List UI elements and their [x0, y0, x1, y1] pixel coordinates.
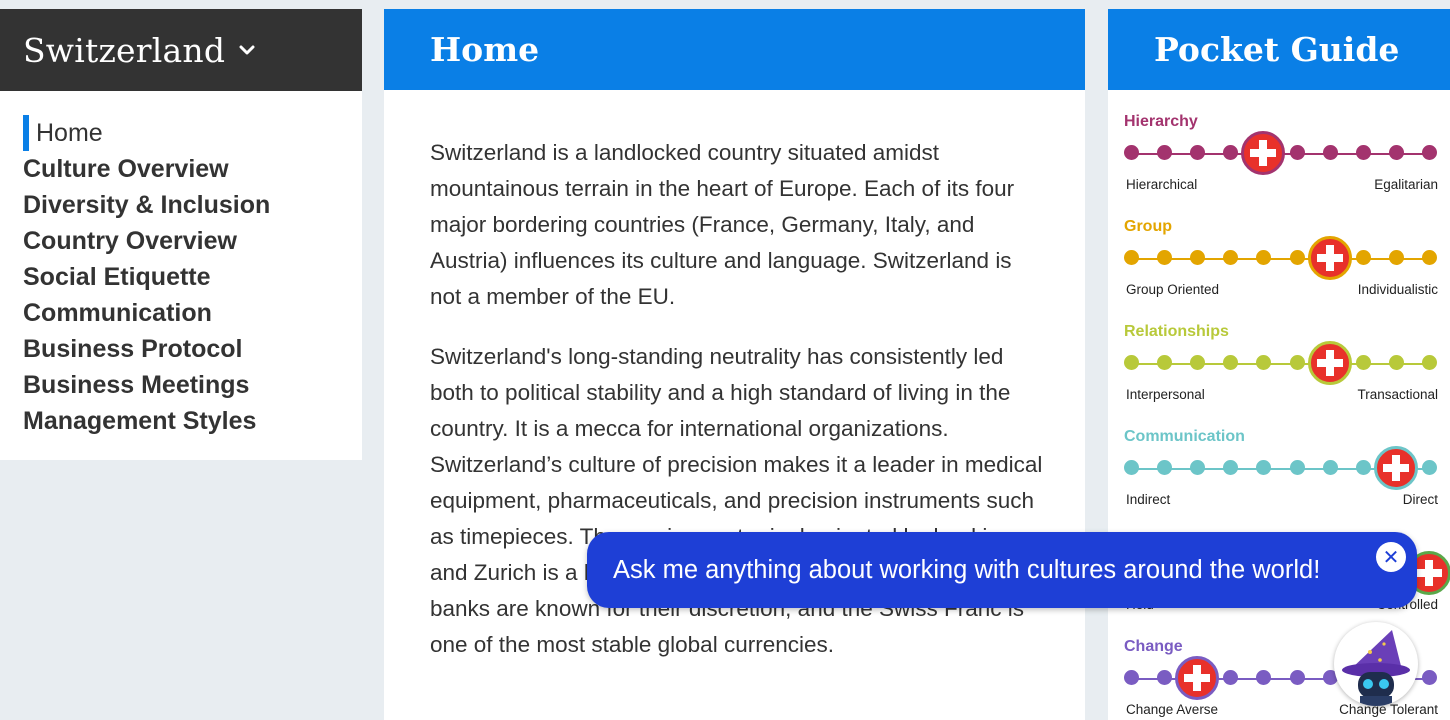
scale-dot	[1289, 250, 1305, 265]
dimension-hierarchy: Hierarchy Hierarchical Egalitarian	[1124, 90, 1438, 195]
pocket-guide-title: Pocket Guide	[1154, 30, 1400, 69]
scale-dot	[1388, 355, 1404, 370]
scale-dot	[1289, 460, 1305, 475]
scale-dot	[1157, 670, 1173, 685]
scale-dot	[1256, 250, 1272, 265]
scale-dot	[1223, 250, 1239, 265]
scale-dot	[1355, 460, 1371, 475]
scale-dot	[1422, 460, 1437, 475]
scale-left-label: Indirect	[1126, 492, 1171, 507]
swiss-flag-icon	[1373, 446, 1418, 490]
scale-dot	[1256, 355, 1272, 370]
sidebar-item-home[interactable]: Home	[23, 115, 362, 151]
main-header: Home	[384, 9, 1085, 90]
scale-dot	[1190, 460, 1206, 475]
scale-track	[1132, 363, 1430, 365]
scale-dot	[1388, 250, 1404, 265]
sidebar-item-management-styles[interactable]: Management Styles	[23, 403, 362, 439]
dimension-group: Group Group Oriented Individualistic	[1124, 195, 1438, 300]
scale-dot	[1190, 145, 1206, 160]
sidebar-item-country-overview[interactable]: Country Overview	[23, 223, 362, 259]
content-paragraph: Switzerland is a landlocked country situ…	[430, 140, 1015, 309]
dimension-label: Hierarchy	[1124, 113, 1198, 130]
scale-dot	[1322, 145, 1338, 160]
scale-dot	[1256, 670, 1272, 685]
scale-dot	[1422, 355, 1437, 370]
scale-dot	[1422, 145, 1437, 160]
dimension-relationships: Relationships Interpersonal Transactional	[1124, 300, 1438, 405]
content-paragraph: Switzerland's long-standing neutrality h…	[430, 344, 1043, 657]
scale-dot	[1256, 460, 1272, 475]
swiss-flag-icon	[1175, 656, 1220, 700]
scale-left-label: Change Averse	[1126, 702, 1219, 717]
scale-dot	[1422, 670, 1437, 685]
close-icon[interactable]: ✕	[1376, 542, 1406, 572]
scale-dot	[1190, 250, 1206, 265]
scale-dot	[1223, 670, 1239, 685]
scale-dot	[1422, 250, 1437, 265]
scale-right-label: Individualistic	[1357, 282, 1438, 297]
scale-dot	[1157, 145, 1173, 160]
sidebar-nav: Home Culture Overview Diversity & Inclus…	[0, 91, 362, 460]
pocket-guide-panel: Hierarchy Hierarchical Egalitarian Group Gro…	[1108, 90, 1450, 720]
swiss-flag-icon	[1241, 131, 1286, 175]
swiss-flag-icon	[1307, 236, 1352, 280]
dimension-label: Change	[1124, 638, 1183, 655]
scale-dot	[1388, 145, 1404, 160]
scale-right-label: Change Tolerant	[1339, 702, 1438, 717]
scale-dot	[1223, 460, 1239, 475]
scale-dot	[1289, 145, 1305, 160]
scale-dot	[1124, 145, 1139, 160]
dimension-communication: Communication Indirect Direct	[1124, 405, 1438, 510]
scale-dot	[1355, 250, 1371, 265]
dimension-label: Communication	[1124, 428, 1245, 445]
scale-dot	[1157, 460, 1173, 475]
sidebar-item-diversity-inclusion[interactable]: Diversity & Inclusion	[23, 187, 362, 223]
wizard-avatar-icon[interactable]	[1334, 622, 1418, 706]
scale-dot	[1223, 355, 1239, 370]
scale-dot	[1190, 355, 1206, 370]
country-title: Switzerland	[23, 30, 226, 70]
scale-dot	[1289, 670, 1305, 685]
scale-dot	[1124, 670, 1139, 685]
main-content: Switzerland is a landlocked country situ…	[384, 90, 1085, 720]
scale-track	[1132, 258, 1430, 260]
scale-right-label: Direct	[1402, 492, 1438, 507]
chat-prompt-bubble[interactable]: Ask me anything about working with cultu…	[587, 532, 1417, 608]
sidebar-item-culture-overview[interactable]: Culture Overview	[23, 151, 362, 187]
pocket-guide-header: Pocket Guide	[1108, 9, 1450, 90]
scale-right-label: Transactional	[1357, 387, 1438, 402]
page-title: Home	[430, 30, 540, 69]
scale-dot	[1355, 355, 1371, 370]
country-selector[interactable]: Switzerland	[0, 9, 362, 91]
scale-dot	[1223, 145, 1239, 160]
scale-dot	[1124, 355, 1139, 370]
scale-dot	[1289, 355, 1305, 370]
scale-left-label: Group Oriented	[1126, 282, 1220, 297]
scale-dot	[1124, 250, 1139, 265]
scale-right-label: Egalitarian	[1374, 177, 1438, 192]
scale-left-label: Interpersonal	[1126, 387, 1205, 402]
scale-left-label: Hierarchical	[1126, 177, 1198, 192]
scale-dot	[1157, 250, 1173, 265]
scale-dot	[1322, 460, 1338, 475]
scale-dot	[1355, 145, 1371, 160]
scale-dot	[1124, 460, 1139, 475]
sidebar-item-business-protocol[interactable]: Business Protocol	[23, 331, 362, 367]
scale-dot	[1157, 355, 1173, 370]
dimension-label: Group	[1124, 218, 1172, 235]
swiss-flag-icon	[1307, 341, 1352, 385]
sidebar-item-business-meetings[interactable]: Business Meetings	[23, 367, 362, 403]
chat-message: Ask me anything about working with cultu…	[613, 555, 1321, 584]
sidebar-item-communication[interactable]: Communication	[23, 295, 362, 331]
sidebar-item-social-etiquette[interactable]: Social Etiquette	[23, 259, 362, 295]
chevron-down-icon	[239, 45, 255, 55]
dimension-label: Relationships	[1124, 323, 1229, 340]
